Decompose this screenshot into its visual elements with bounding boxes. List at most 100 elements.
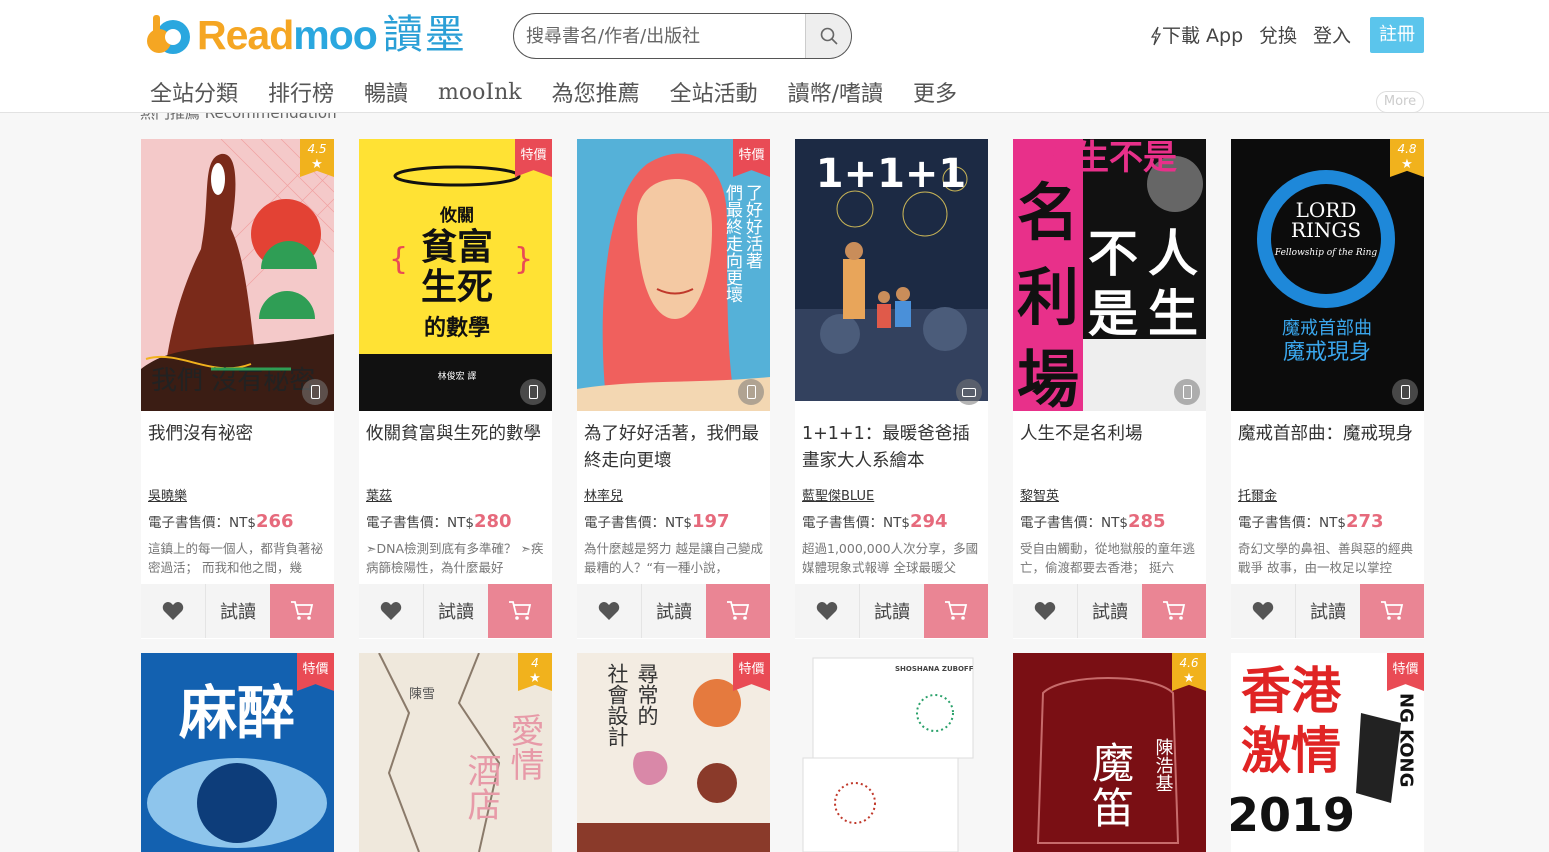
svg-text:場: 場 bbox=[1017, 343, 1079, 411]
book-title[interactable]: 攸關貧富與生死的數學 bbox=[366, 421, 548, 448]
try-read-button[interactable]: 試讀 bbox=[859, 584, 924, 638]
svg-text:們最終走向更壞: 們最終走向更壞 bbox=[722, 184, 743, 303]
book-title[interactable]: 人生不是名利場 bbox=[1020, 421, 1202, 448]
search-input[interactable] bbox=[514, 14, 806, 58]
book-author[interactable]: 吳曉樂 bbox=[148, 485, 187, 504]
cart-icon bbox=[945, 601, 968, 620]
svg-text:香港: 香港 bbox=[1241, 662, 1342, 720]
book-card: 了好好活著 們最終走向更壞 特價 為了好好活著，我們最終走向更壞 林率兒 電子書… bbox=[577, 139, 770, 639]
download-app-link[interactable]: 下載 App bbox=[1150, 22, 1243, 50]
lightning-icon bbox=[1150, 26, 1162, 46]
book-author[interactable]: 藍聖傑BLUE bbox=[802, 485, 874, 504]
cart-icon bbox=[727, 601, 750, 620]
add-to-cart-button[interactable] bbox=[488, 584, 552, 638]
card-actions: 試讀 bbox=[359, 584, 552, 638]
laptop-icon bbox=[956, 379, 982, 405]
add-to-cart-button[interactable] bbox=[1360, 584, 1424, 638]
site-header: Readmoo 讀墨 下載 App 兌換 登入 註冊 全站分類 排行榜 暢讀 m… bbox=[0, 0, 1549, 113]
book-price: 電子書售價：NT$285 bbox=[1020, 511, 1166, 532]
book-card: 尋常的 社會設計 特價 bbox=[577, 653, 770, 852]
book-cover[interactable]: LORD RINGS Fellowship of the Ring 魔戒首部曲 … bbox=[1231, 139, 1424, 411]
card-actions: 試讀 bbox=[577, 584, 770, 638]
phone-icon bbox=[520, 379, 546, 405]
heart-icon bbox=[1034, 602, 1056, 620]
more-button[interactable]: More bbox=[1376, 91, 1424, 113]
heart-icon bbox=[380, 602, 402, 620]
book-cover[interactable]: 尋常的 社會設計 特價 bbox=[577, 653, 770, 852]
phone-icon bbox=[302, 379, 328, 405]
try-read-button[interactable]: 試讀 bbox=[423, 584, 488, 638]
book-description: 超過1,000,000人次分享，多國媒體現象式報導 全球最暖父 bbox=[802, 541, 979, 575]
register-button[interactable]: 註冊 bbox=[1370, 17, 1424, 53]
search-box bbox=[513, 13, 852, 59]
star-icon: ★ bbox=[1401, 157, 1413, 172]
book-card: 我們 沒有秘密 4.5 ★ 我們沒有祕密 吳曉樂 電子書售價：NT$266 這鎮上… bbox=[141, 139, 334, 639]
book-cover[interactable]: 陳雪 愛情 酒店 4 ★ bbox=[359, 653, 552, 852]
nav-events[interactable]: 全站活動 bbox=[670, 76, 758, 108]
book-cover[interactable]: 攸關 貧富 生死 的數學 { } 林俊宏 譯 特價 bbox=[359, 139, 552, 411]
try-read-button[interactable]: 試讀 bbox=[1295, 584, 1360, 638]
book-cover[interactable]: 香港 激情 2019 NG KONG 特價 bbox=[1231, 653, 1424, 852]
star-icon: ★ bbox=[311, 157, 323, 172]
favorite-button[interactable] bbox=[577, 584, 641, 638]
add-to-cart-button[interactable] bbox=[706, 584, 770, 638]
try-read-button[interactable]: 試讀 bbox=[641, 584, 706, 638]
svg-text:了好好活著: 了好好活著 bbox=[742, 184, 763, 269]
book-cover[interactable]: 1+1+1 bbox=[795, 139, 988, 411]
add-to-cart-button[interactable] bbox=[270, 584, 334, 638]
nav-mooink[interactable]: mooInk bbox=[438, 80, 522, 105]
book-cover[interactable]: 麻醉 特價 bbox=[141, 653, 334, 852]
book-author[interactable]: 黎智英 bbox=[1020, 485, 1059, 504]
search-button[interactable] bbox=[805, 14, 851, 58]
book-title[interactable]: 我們沒有祕密 bbox=[148, 421, 330, 448]
nav-ranking[interactable]: 排行榜 bbox=[268, 76, 334, 108]
nav-unlimited[interactable]: 暢讀 bbox=[364, 76, 408, 108]
nav-coins[interactable]: 讀幣/嗜讀 bbox=[788, 76, 883, 108]
add-to-cart-button[interactable] bbox=[924, 584, 988, 638]
heart-icon bbox=[1252, 602, 1274, 620]
nav-more[interactable]: 更多 bbox=[913, 76, 957, 108]
phone-icon bbox=[1392, 379, 1418, 405]
book-author[interactable]: 托爾金 bbox=[1238, 485, 1277, 504]
login-link[interactable]: 登入 bbox=[1313, 22, 1351, 50]
book-card: 麻醉 特價 bbox=[141, 653, 334, 852]
readmoo-logo[interactable]: Readmoo 讀墨 bbox=[143, 10, 467, 60]
search-icon bbox=[820, 27, 838, 45]
favorite-button[interactable] bbox=[359, 584, 423, 638]
redeem-link[interactable]: 兌換 bbox=[1259, 22, 1297, 50]
svg-text:陳浩基: 陳浩基 bbox=[1153, 738, 1174, 792]
try-read-button[interactable]: 試讀 bbox=[1077, 584, 1142, 638]
svg-text:人生不是: 人生不是 bbox=[1041, 139, 1177, 178]
book-cover[interactable]: 了好好活著 們最終走向更壞 特價 bbox=[577, 139, 770, 411]
book-cover[interactable]: 魔 笛 陳浩基 4.6 ★ bbox=[1013, 653, 1206, 852]
svg-text:{: { bbox=[389, 242, 408, 277]
cart-icon bbox=[1163, 601, 1186, 620]
add-to-cart-button[interactable] bbox=[1142, 584, 1206, 638]
favorite-button[interactable] bbox=[141, 584, 205, 638]
cart-icon bbox=[509, 601, 532, 620]
favorite-button[interactable] bbox=[1231, 584, 1295, 638]
svg-text:SHOSHANA ZUBOFF: SHOSHANA ZUBOFF bbox=[895, 665, 974, 673]
svg-text:林俊宏 譯: 林俊宏 譯 bbox=[438, 370, 477, 382]
book-author[interactable]: 林率兒 bbox=[584, 485, 623, 504]
book-cover[interactable]: 名 利 場 不 是 人 生 人生不是 bbox=[1013, 139, 1206, 411]
book-cover[interactable]: 我們 沒有秘密 4.5 ★ bbox=[141, 139, 334, 411]
book-author[interactable]: 葉茲 bbox=[366, 485, 392, 504]
book-card: 陳雪 愛情 酒店 4 ★ bbox=[359, 653, 552, 852]
try-read-button[interactable]: 試讀 bbox=[205, 584, 270, 638]
nav-recommend[interactable]: 為您推薦 bbox=[552, 76, 640, 108]
card-actions: 試讀 bbox=[1231, 584, 1424, 638]
book-title[interactable]: 魔戒首部曲：魔戒現身 bbox=[1238, 421, 1420, 448]
favorite-button[interactable] bbox=[795, 584, 859, 638]
book-card: 攸關 貧富 生死 的數學 { } 林俊宏 譯 特價 攸關貧富與生死的數學 葉茲 … bbox=[359, 139, 552, 639]
star-icon: ★ bbox=[529, 671, 541, 686]
nav-categories[interactable]: 全站分類 bbox=[150, 76, 238, 108]
book-cover[interactable]: SHOSHANA ZUBOFF bbox=[795, 653, 988, 852]
svg-text:2019: 2019 bbox=[1231, 788, 1355, 842]
download-app-label: 下載 App bbox=[1162, 25, 1244, 47]
book-card: SHOSHANA ZUBOFF bbox=[795, 653, 988, 852]
favorite-button[interactable] bbox=[1013, 584, 1077, 638]
svg-text:不: 不 bbox=[1088, 224, 1138, 283]
book-title[interactable]: 1+1+1：最暖爸爸插畫家大人系繪本 bbox=[802, 421, 984, 475]
book-title[interactable]: 為了好好活著，我們最終走向更壞 bbox=[584, 421, 766, 475]
